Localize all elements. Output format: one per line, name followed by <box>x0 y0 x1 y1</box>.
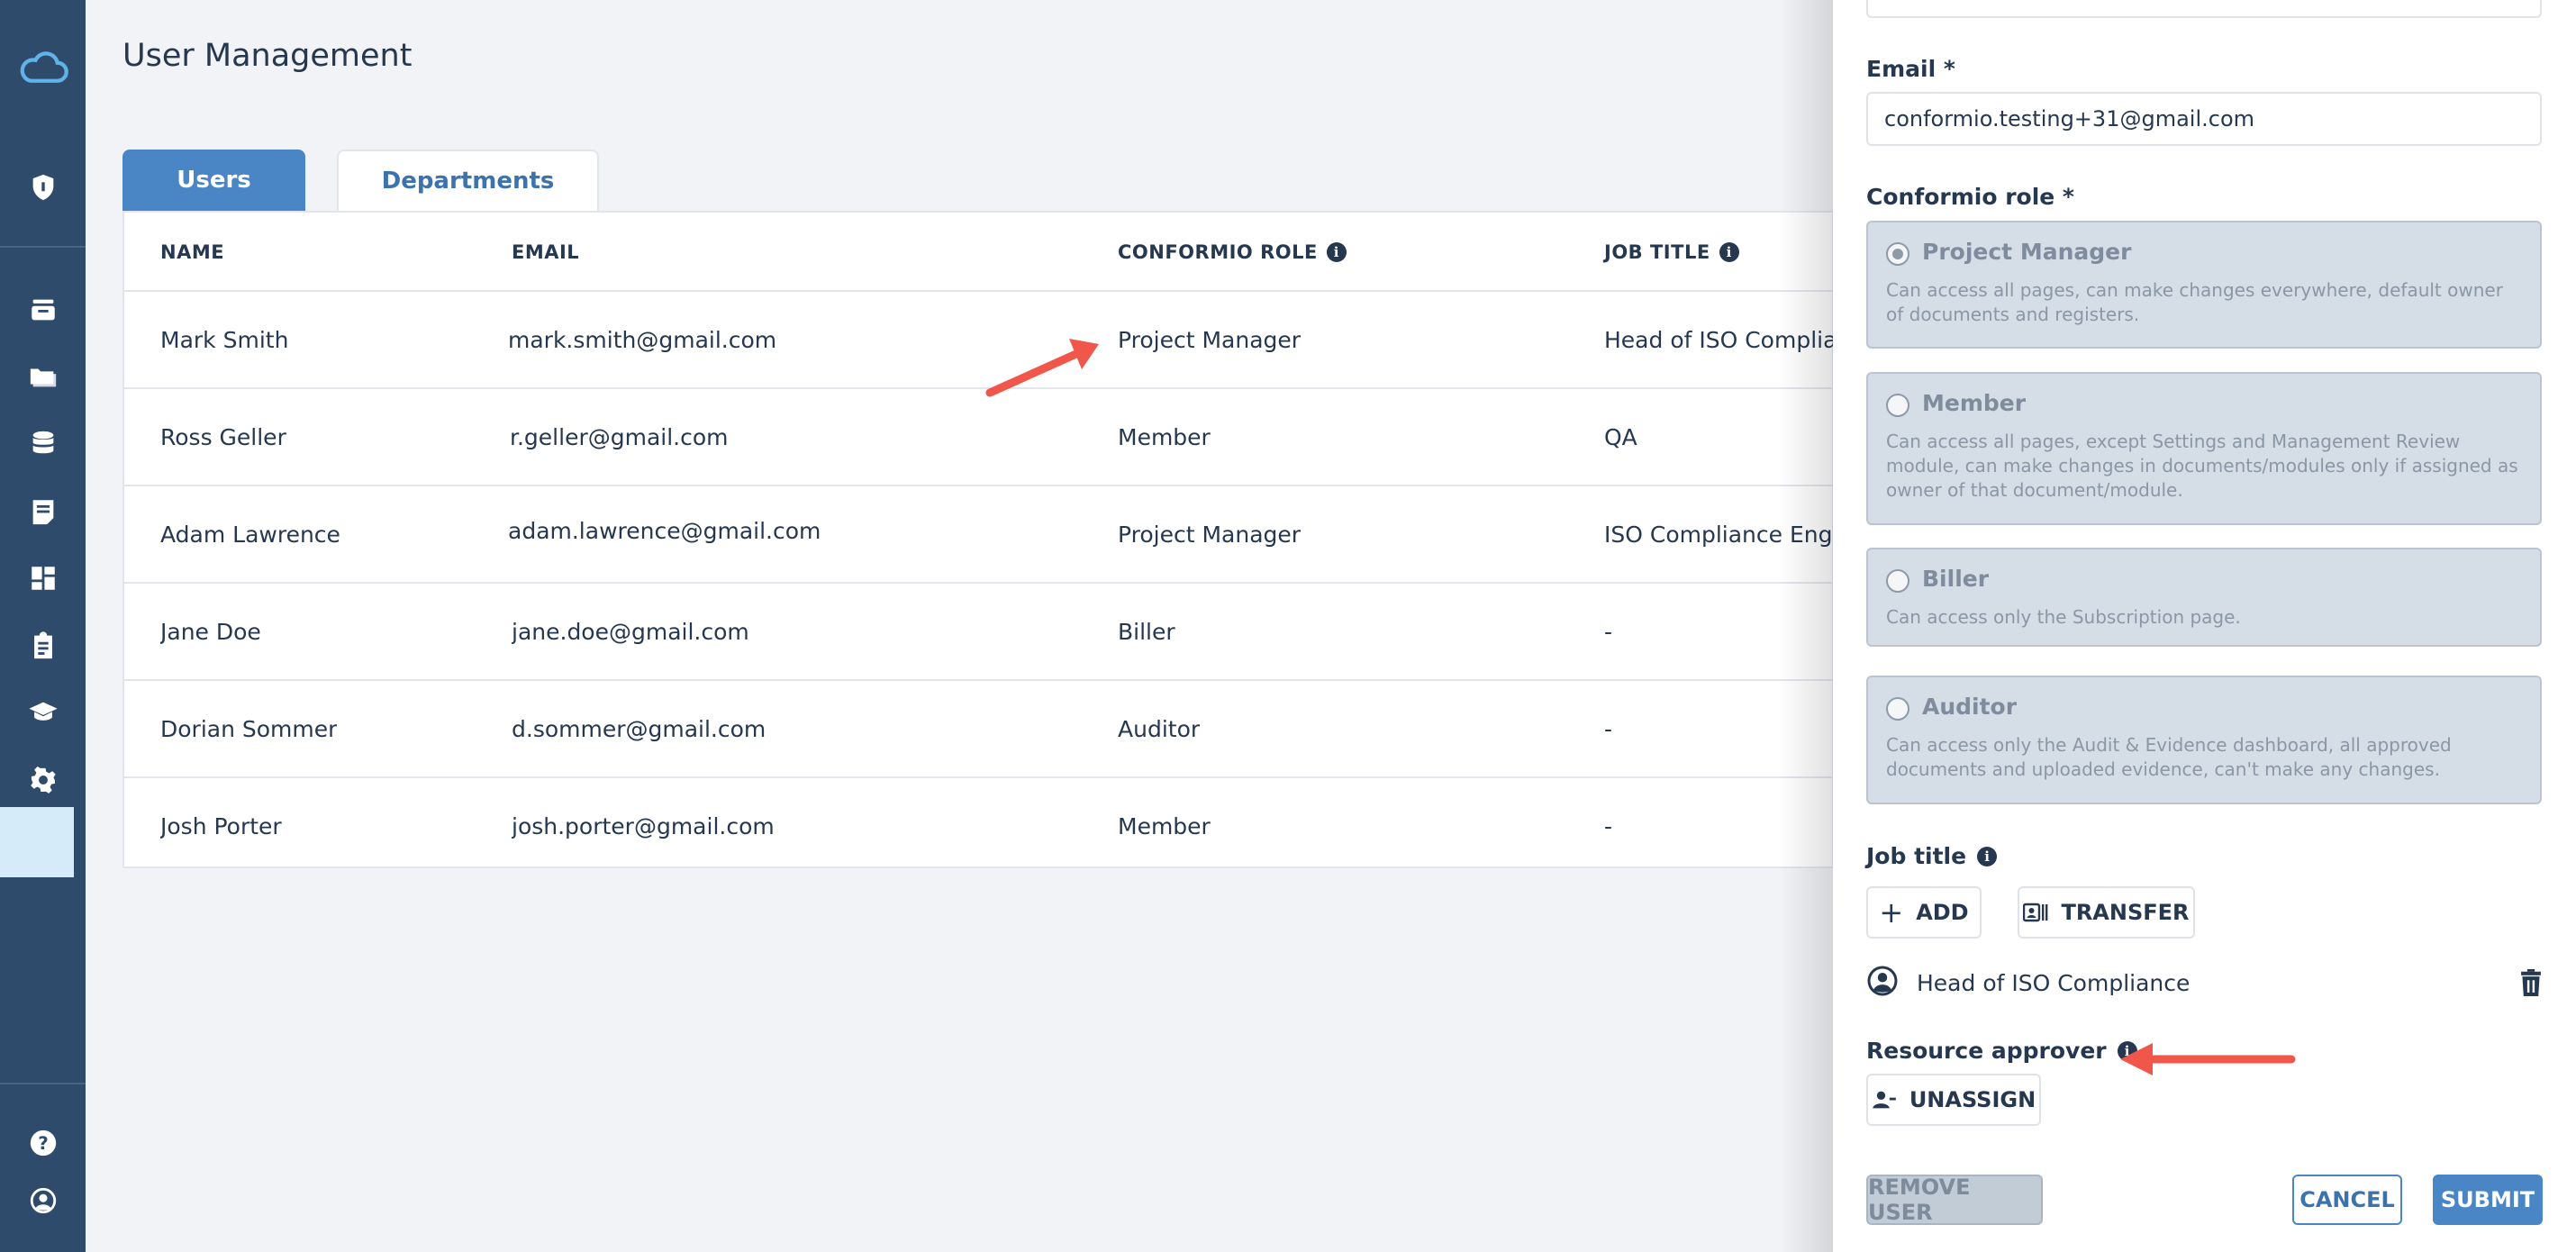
role-option-member[interactable]: Member Can access all pages, except Sett… <box>1866 372 2542 525</box>
info-icon[interactable]: i <box>1719 242 1739 262</box>
user-name: Dorian Sommer <box>160 715 338 742</box>
role-option-auditor[interactable]: Auditor Can access only the Audit & Evid… <box>1866 676 2542 804</box>
user-name: Jane Doe <box>160 618 261 645</box>
table-row[interactable]: Dorian Sommer d.sommer@gmail.com Auditor… <box>124 679 1832 776</box>
annotation-arrow <box>985 339 1099 397</box>
name-field-partial[interactable] <box>1866 0 2542 18</box>
radio-button[interactable] <box>1886 569 1909 593</box>
user-email: jane.doe@gmail.com <box>512 618 749 645</box>
column-header-label: NAME <box>160 241 225 263</box>
user-role: Auditor <box>1118 715 1201 742</box>
remove-user-button[interactable]: REMOVE USER <box>1866 1175 2043 1225</box>
email-value: conformio.testing+31@gmail.com <box>1884 106 2254 132</box>
user-account-icon[interactable] <box>0 1174 86 1228</box>
gear-icon[interactable] <box>0 753 86 807</box>
inbox-icon[interactable] <box>0 283 86 337</box>
unassign-label: UNASSIGN <box>1909 1087 2036 1112</box>
help-icon[interactable]: ? <box>0 1116 86 1170</box>
transfer-button[interactable]: TRANSFER <box>2018 886 2195 939</box>
sidebar: ? <box>0 0 86 1252</box>
column-header-email[interactable]: EMAIL <box>512 213 579 292</box>
table-row[interactable]: Josh Porter josh.porter@gmail.com Member… <box>124 776 1832 874</box>
column-header-name[interactable]: NAME <box>160 213 224 292</box>
plus-icon: + <box>1879 895 1904 930</box>
user-email: d.sommer@gmail.com <box>512 715 766 742</box>
svg-text:?: ? <box>38 1133 49 1154</box>
add-label: ADD <box>1916 900 1969 925</box>
radio-button[interactable] <box>1886 697 1909 721</box>
cancel-button[interactable]: CANCEL <box>2292 1175 2402 1225</box>
radio-button[interactable] <box>1886 242 1909 266</box>
role-name: Project Manager <box>1922 239 2132 265</box>
user-minus-icon <box>1872 1091 1896 1109</box>
table-row[interactable]: Adam Lawrence adam.lawrence@gmail.com Pr… <box>124 485 1834 582</box>
clipboard-icon[interactable] <box>0 619 86 673</box>
user-email: r.geller@gmail.com <box>510 423 729 450</box>
column-header-role[interactable]: CONFORMIO ROLE i <box>1118 213 1347 292</box>
email-label: Email * <box>1866 56 1955 82</box>
role-name: Auditor <box>1922 694 2018 720</box>
radio-button[interactable] <box>1886 394 1909 417</box>
page-title: User Management <box>122 38 413 74</box>
user-email: adam.lawrence@gmail.com <box>508 517 821 544</box>
info-icon[interactable]: i <box>1326 242 1347 262</box>
info-icon[interactable]: i <box>1977 846 1998 866</box>
notes-icon[interactable] <box>0 485 86 539</box>
column-header-label: JOB TITLE <box>1604 241 1710 263</box>
user-role: Biller <box>1118 618 1175 645</box>
add-job-title-button[interactable]: + ADD <box>1866 886 1982 939</box>
resource-approver-label-text: Resource approver <box>1866 1038 2107 1064</box>
cloud-logo-icon[interactable] <box>0 40 86 94</box>
tab-users[interactable]: Users <box>122 150 305 211</box>
user-name: Mark Smith <box>160 326 289 353</box>
sidebar-divider-bottom <box>0 1083 86 1084</box>
user-role: Project Manager <box>1118 326 1302 353</box>
table-row[interactable]: Jane Doe jane.doe@gmail.com Biller - <box>124 582 1832 679</box>
users-table: NAME EMAIL CONFORMIO ROLE i JOB TITLE i Ma… <box>122 211 1834 868</box>
user-name: Ross Geller <box>160 423 286 450</box>
column-header-job-title[interactable]: JOB TITLE i <box>1604 213 1739 292</box>
submit-button[interactable]: SUBMIT <box>2433 1175 2543 1225</box>
column-header-label: CONFORMIO ROLE <box>1118 241 1318 263</box>
job-title-item: Head of ISO Compliance <box>1866 962 2551 1003</box>
user-role: Member <box>1118 812 1211 839</box>
role-description: Can access only the Subscription page. <box>1886 606 2241 628</box>
tab-departments[interactable]: Departments <box>337 150 599 211</box>
dashboard-icon[interactable] <box>0 551 86 605</box>
role-description: Can access all pages, can make changes e… <box>1886 279 2503 325</box>
role-description: Can access only the Audit & Evidence das… <box>1886 734 2452 780</box>
user-name: Adam Lawrence <box>160 521 340 548</box>
email-field[interactable]: conformio.testing+31@gmail.com <box>1866 92 2542 146</box>
job-title-text: Head of ISO Compliance <box>1917 969 2191 996</box>
folder-icon[interactable] <box>0 349 86 404</box>
transfer-icon <box>2023 903 2048 922</box>
drawer-shadow <box>1779 0 1833 1252</box>
shield-icon[interactable] <box>0 160 86 214</box>
trash-icon[interactable] <box>2518 969 2544 1000</box>
user-email: mark.smith@gmail.com <box>508 326 777 353</box>
role-option-project-manager[interactable]: Project Manager Can access all pages, ca… <box>1866 221 2542 349</box>
unassign-button[interactable]: UNASSIGN <box>1866 1074 2041 1126</box>
user-name: Josh Porter <box>160 812 282 839</box>
graduation-cap-icon[interactable] <box>0 685 86 739</box>
annotation-arrow <box>2120 1043 2296 1075</box>
database-icon[interactable] <box>0 417 86 471</box>
sidebar-divider <box>0 246 86 248</box>
resource-approver-label: Resource approver i <box>1866 1038 2137 1064</box>
user-role: Project Manager <box>1118 521 1302 548</box>
user-circle-icon <box>1866 965 1899 1001</box>
role-description: Can access all pages, except Settings an… <box>1886 431 2518 501</box>
job-title-label: Job title i <box>1866 843 1998 869</box>
role-name: Biller <box>1922 566 1990 592</box>
user-email: josh.porter@gmail.com <box>512 812 775 839</box>
column-header-label: EMAIL <box>512 241 580 263</box>
transfer-label: TRANSFER <box>2061 900 2190 925</box>
sidebar-active-item[interactable] <box>0 807 74 877</box>
role-name: Member <box>1922 390 2027 416</box>
user-role: Member <box>1118 423 1211 450</box>
role-option-biller[interactable]: Biller Can access only the Subscription … <box>1866 548 2542 647</box>
role-label: Conformio role * <box>1866 184 2075 210</box>
job-title-label-text: Job title <box>1866 843 1967 869</box>
